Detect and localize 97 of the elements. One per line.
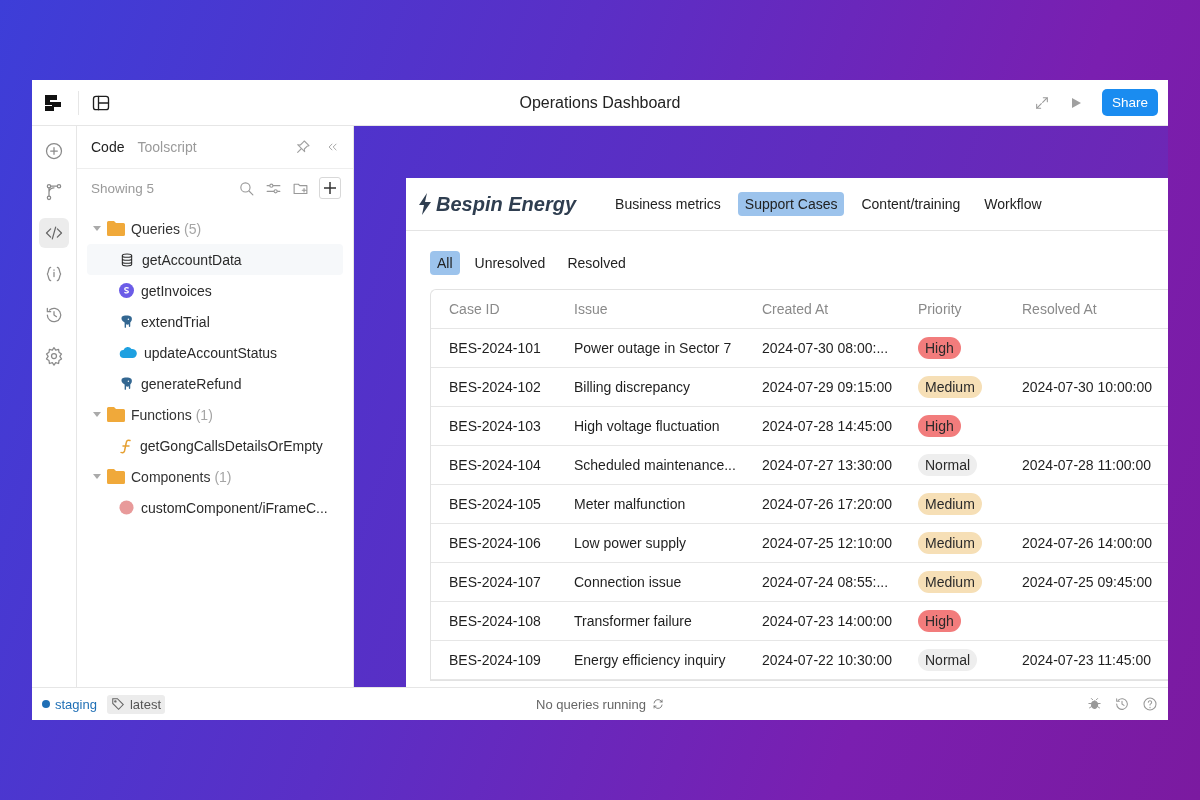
function-icon (119, 437, 133, 454)
history-icon (1114, 696, 1130, 712)
plus-icon (323, 181, 337, 195)
tree-item[interactable]: updateAccountStatus (87, 337, 343, 368)
tree-item[interactable]: getAccountData (87, 244, 343, 275)
nav-tab[interactable]: Support Cases (737, 192, 845, 216)
table-cell-text: Meter malfunction (574, 496, 687, 512)
table-cell-text: BES-2024-104 (449, 457, 542, 473)
table-cell-text: Low power supply (574, 535, 688, 551)
window-title: Operations Dashboard (519, 93, 681, 112)
folder-item[interactable]: Functions (1) (87, 399, 343, 430)
table-cell-text: BES-2024-102 (449, 379, 542, 395)
tree-item[interactable]: customComponent/iFrameC... (87, 492, 343, 523)
column-header[interactable]: Case ID (449, 301, 574, 317)
table-cell-text: BES-2024-106 (449, 535, 542, 551)
priority-badge: High (918, 610, 961, 632)
column-header[interactable]: Created At (762, 301, 918, 317)
priority-badge: High (918, 337, 961, 359)
database-icon (119, 251, 135, 268)
table-cell-text: Transformer failure (574, 613, 693, 629)
tag-icon (110, 697, 125, 711)
folder-icon (107, 469, 125, 484)
priority-badge: Medium (918, 532, 982, 554)
table-cell-text: BES-2024-101 (449, 340, 542, 356)
filter-tab[interactable]: Resolved (560, 251, 633, 275)
table-cell-text: 2024-07-28 14:45:00 (762, 418, 893, 434)
table-cell-text: BES-2024-105 (449, 496, 542, 512)
table-cell-text: High voltage fluctuation (574, 418, 721, 434)
table-cell-text: BES-2024-109 (449, 652, 542, 668)
component-icon (119, 500, 134, 515)
caret-icon[interactable] (93, 225, 101, 232)
brand-name: Bespin Energy (436, 192, 577, 216)
environment-badge[interactable]: staging (38, 694, 101, 714)
folder-icon (107, 407, 125, 422)
bolt-icon (418, 193, 432, 215)
pin-icon (295, 139, 311, 155)
column-header[interactable]: Resolved At (1022, 301, 1168, 317)
filter-tab[interactable]: Unresolved (467, 251, 553, 275)
column-header[interactable]: Priority (918, 301, 1022, 317)
priority-badge: High (918, 415, 961, 437)
table-cell-text: Connection issue (574, 574, 683, 590)
folder-item[interactable]: Components (1) (87, 461, 343, 492)
search-icon (238, 179, 255, 197)
status-message: No queries running (536, 696, 646, 712)
priority-badge: Normal (918, 454, 978, 476)
table-cell-text: 2024-07-25 12:10:00 (762, 535, 893, 551)
tree-item[interactable]: extendTrial (87, 306, 343, 337)
table-cell-text: 2024-07-22 10:30:00 (762, 652, 893, 668)
priority-badge: Normal (918, 649, 978, 671)
bug-icon (1087, 696, 1102, 711)
add-button[interactable] (319, 177, 341, 199)
code-icon[interactable] (39, 218, 69, 248)
column-header[interactable]: Issue (574, 301, 762, 317)
table-cell-text: BES-2024-107 (449, 574, 542, 590)
table-cell-text: Power outage in Sector 7 (574, 340, 733, 356)
logo-icon[interactable] (44, 92, 64, 113)
table-cell-text: 2024-07-30 08:00:... (762, 340, 890, 356)
table-cell-text: 2024-07-27 13:30:00 (762, 457, 893, 473)
priority-badge: Medium (918, 376, 982, 398)
elephant-icon (119, 376, 134, 391)
help-icon (1142, 696, 1158, 712)
nav-tab[interactable]: Workflow (977, 192, 1049, 216)
expand-icon (1033, 94, 1050, 111)
table-cell-text: Billing discrepancy (574, 379, 691, 395)
stripe-icon (119, 283, 134, 298)
caret-icon[interactable] (93, 411, 101, 418)
folder-icon (107, 221, 125, 236)
table-cell-text: 2024-07-23 11:45:00 (1022, 652, 1152, 668)
version-tag[interactable]: latest (106, 694, 165, 714)
table-cell-text: 2024-07-28 11:00:00 (1022, 457, 1152, 473)
play-icon[interactable] (1069, 96, 1082, 109)
panel-tab[interactable]: Code (91, 139, 125, 155)
caret-icon[interactable] (93, 473, 101, 480)
elephant-icon (119, 314, 134, 329)
refresh-icon (651, 698, 664, 710)
table-cell-text: 2024-07-24 08:55:... (762, 574, 890, 590)
tree-item[interactable]: getInvoices (87, 275, 343, 306)
priority-badge: Medium (918, 571, 982, 593)
item-count: Showing 5 (91, 180, 155, 196)
table-cell-text: 2024-07-25 09:45:00 (1022, 574, 1153, 590)
filter-tab[interactable]: All (430, 251, 460, 275)
table-cell-text: BES-2024-108 (449, 613, 542, 629)
table-cell-text: 2024-07-29 09:15:00 (762, 379, 893, 395)
cloud-icon (119, 346, 137, 359)
table-cell-text: Scheduled maintenance... (574, 457, 737, 473)
priority-badge: Medium (918, 493, 982, 515)
tree-item[interactable]: getGongCallsDetailsOrEmpty (87, 430, 343, 461)
table-cell-text: 2024-07-23 14:00:00 (762, 613, 893, 629)
folder-item[interactable]: Queries (5) (87, 213, 343, 244)
table-cell-text: Energy efficiency inquiry (574, 652, 727, 668)
table-cell-text: 2024-07-30 10:00:00 (1022, 379, 1153, 395)
table-cell-text: BES-2024-103 (449, 418, 542, 434)
table-cell-text: 2024-07-26 17:20:00 (762, 496, 893, 512)
nav-tab[interactable]: Content/training (854, 192, 968, 216)
table-cell-text: 2024-07-26 14:00:00 (1022, 535, 1153, 551)
nav-tab[interactable]: Business metrics (608, 192, 728, 216)
tree-item[interactable]: generateRefund (87, 368, 343, 399)
